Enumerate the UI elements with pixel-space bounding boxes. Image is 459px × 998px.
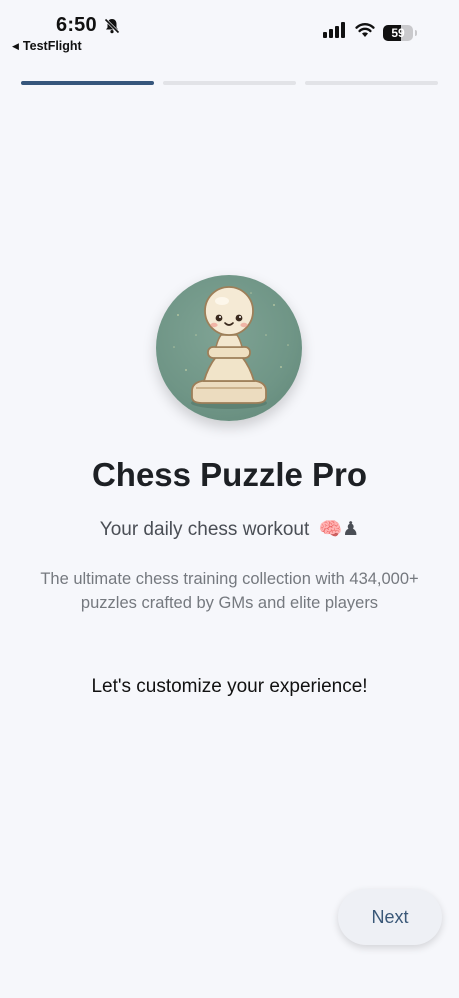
battery-cap bbox=[415, 29, 417, 36]
bell-slash-icon bbox=[103, 17, 121, 35]
cellular-signal-icon bbox=[323, 22, 347, 43]
back-caret-icon: ◀ bbox=[12, 40, 19, 51]
progress-step-3 bbox=[305, 81, 438, 85]
next-button[interactable]: Next bbox=[338, 889, 442, 945]
back-to-app-link[interactable]: ◀ TestFlight bbox=[12, 39, 82, 53]
customize-prompt: Let's customize your experience! bbox=[91, 676, 368, 697]
status-bar: 6:50 ◀ TestFlight 59 bbox=[0, 0, 459, 62]
battery-percent: 59 bbox=[391, 25, 405, 40]
time-row: 6:50 bbox=[56, 14, 121, 37]
wifi-icon bbox=[355, 22, 375, 43]
progress-step-1 bbox=[21, 81, 154, 85]
app-logo bbox=[156, 275, 302, 421]
status-time: 6:50 bbox=[56, 14, 97, 36]
app-description: The ultimate chess training collection w… bbox=[40, 570, 419, 612]
progress-step-2 bbox=[163, 81, 296, 85]
back-app-label: TestFlight bbox=[22, 39, 82, 53]
subtitle-text: Your daily chess workout bbox=[99, 519, 310, 540]
onboarding-progress bbox=[21, 81, 438, 85]
app-title: Chess Puzzle Pro bbox=[91, 456, 368, 493]
brain-chess-emoji-icon: 🧠♟ bbox=[318, 519, 360, 540]
status-indicators: 59 bbox=[323, 22, 417, 43]
app-subtitle: Your daily chess workout 🧠♟ bbox=[0, 517, 459, 541]
battery-icon: 59 bbox=[383, 24, 413, 41]
pawn-mascot-icon bbox=[173, 286, 289, 409]
